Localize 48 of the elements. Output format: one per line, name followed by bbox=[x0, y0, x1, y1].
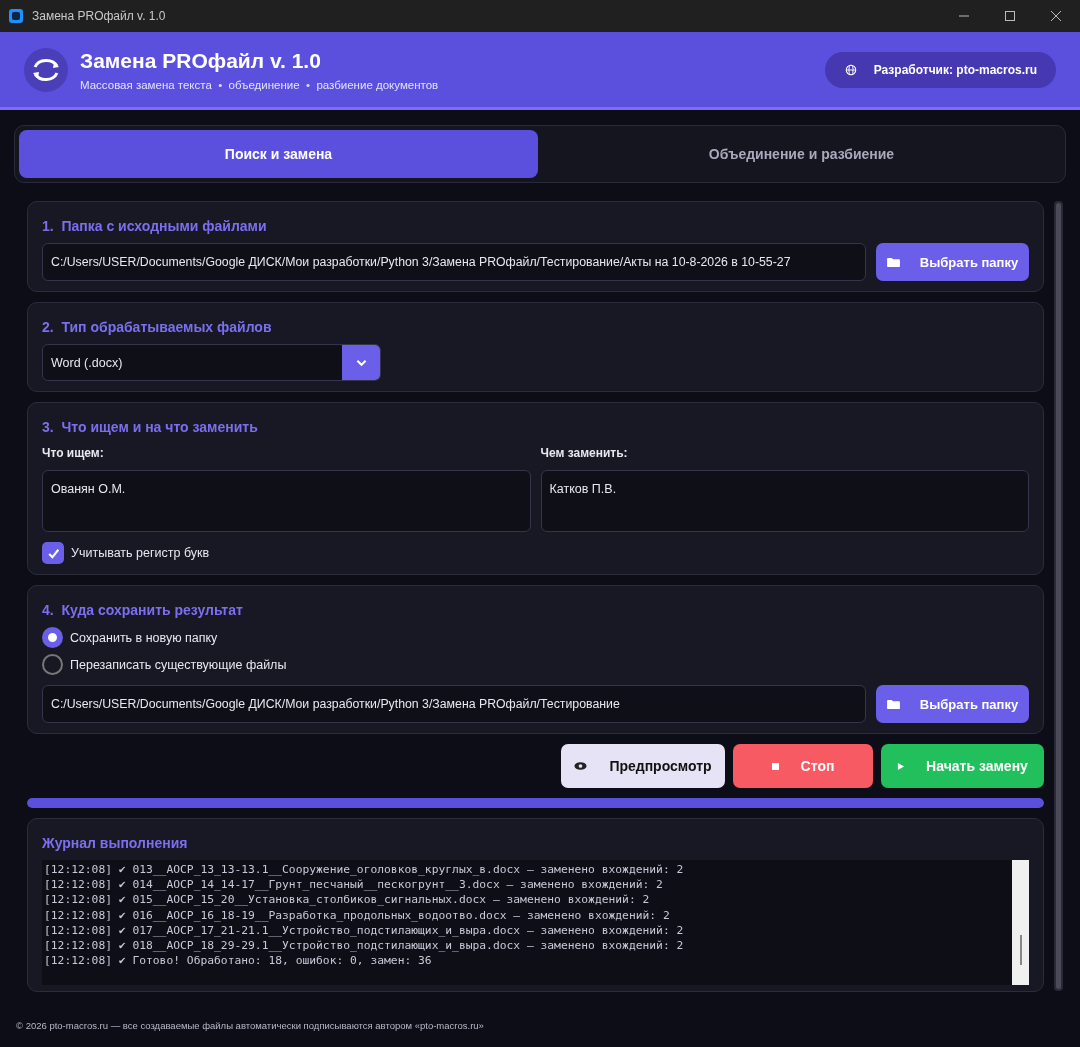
radio-label: Сохранить в новую папку bbox=[70, 630, 218, 645]
log-line: [12:12:08] ✔ 013__АОСР_13_13-13.1__Сооружение_оголовков_круглых_в.docx — заменено вхождений: 2 bbox=[44, 862, 685, 878]
eye-icon bbox=[574, 761, 588, 771]
choose-folder-button[interactable]: Выбрать папку bbox=[876, 243, 1029, 281]
sync-arrows-icon bbox=[24, 47, 68, 92]
close-icon[interactable] bbox=[1050, 10, 1062, 22]
globe-icon bbox=[844, 63, 857, 76]
app-title: Замена PROфайл v. 1.0 bbox=[80, 48, 322, 73]
checkbox[interactable] bbox=[42, 542, 64, 564]
tab[interactable]: Объединение и разбиение bbox=[542, 130, 1061, 178]
developer-link-button[interactable]: Разработчик: pto-macros.ru bbox=[824, 51, 1056, 88]
log-line: [12:12:08] ✔ 018__АОСР_18_29-29.1__Устройство_подстилающих_и_выра.docx — заменено вхождений: 2 bbox=[44, 938, 685, 954]
play-icon bbox=[897, 762, 905, 770]
choose-folder-button[interactable]: Выбрать папку bbox=[876, 685, 1029, 723]
section-heading: 2. Тип обрабатываемых файлов bbox=[42, 319, 273, 335]
folder-icon bbox=[886, 698, 900, 710]
log-line: [12:12:08] ✔ 014__АОСР_14_14-17__Грунт_песчаный__пескогрунт__3.docx — заменено вхождений: 2 bbox=[44, 877, 664, 893]
preview-button[interactable]: Предпросмотр bbox=[561, 744, 725, 788]
search-text-field[interactable]: Ованян О.М. bbox=[42, 470, 531, 532]
stop-icon bbox=[771, 762, 779, 770]
radio-label: Перезаписать существующие файлы bbox=[70, 657, 287, 672]
section-heading: 4. Куда сохранить результат bbox=[42, 602, 244, 618]
radio-button[interactable] bbox=[42, 627, 63, 648]
log-line: [12:12:08] ✔ 017__АОСР_17_21-21.1__Устройство_подстилающих_и_выра.docx — заменено вхождений: 2 bbox=[44, 922, 685, 938]
scrollbar-thumb[interactable] bbox=[1056, 203, 1061, 989]
scrollbar-thumb[interactable] bbox=[1019, 935, 1022, 965]
log-line: [12:12:08] ✔ 016__АОСР_16_18-19__Разработка_продольных_водоотво.docx — заменено вхождений: 2 bbox=[44, 907, 671, 923]
radio-button[interactable] bbox=[42, 654, 63, 675]
section-heading: 3. Что ищем и на что заменить bbox=[42, 419, 259, 435]
tab[interactable]: Поиск и замена bbox=[19, 130, 538, 178]
log-heading: Журнал выполнения bbox=[42, 835, 189, 851]
checkbox-label: Учитывать регистр букв bbox=[71, 546, 210, 560]
app-subtitle: Массовая замена текста • объединение • разбиение документов bbox=[80, 78, 439, 91]
footer-text: © 2026 pto-macros.ru — все создаваемые файлы автоматически подписываются автором «pto-macros.ru» bbox=[15, 1020, 485, 1033]
folder-path-field[interactable]: C:/Users/USER/Documents/Google ДИСК/Мои разработки/Python 3/Замена PROфайл/Тестирование/Акты на 10-8-2026 в 10-55-27 bbox=[42, 243, 866, 281]
replace-text-field[interactable]: Катков П.В. bbox=[540, 470, 1029, 532]
field-label: Что ищем: bbox=[42, 446, 105, 460]
maximize-icon[interactable] bbox=[1004, 10, 1016, 22]
output-path-field[interactable]: C:/Users/USER/Documents/Google ДИСК/Мои разработки/Python 3/Замена PROфайл/Тестирование bbox=[42, 685, 866, 723]
log-line: [12:12:08] ✔ Готово! Обработано: 18, ошибок: 0, замен: 36 bbox=[44, 953, 433, 969]
folder-icon bbox=[886, 256, 900, 268]
field-label: Чем заменить: bbox=[540, 446, 629, 460]
chevron-down-icon bbox=[355, 358, 367, 367]
section-heading: 1. Папка с исходными файлами bbox=[42, 218, 268, 234]
file-type-dropdown[interactable]: Word (.docx) bbox=[42, 344, 381, 381]
log-line: [12:12:08] ✔ 015__АОСР_15_20__Установка_столбиков_сигнальных.docx — заменено вхождений: 2 bbox=[44, 892, 651, 908]
window-title: Замена PROфайл v. 1.0 bbox=[32, 9, 166, 23]
app-icon bbox=[8, 8, 24, 24]
